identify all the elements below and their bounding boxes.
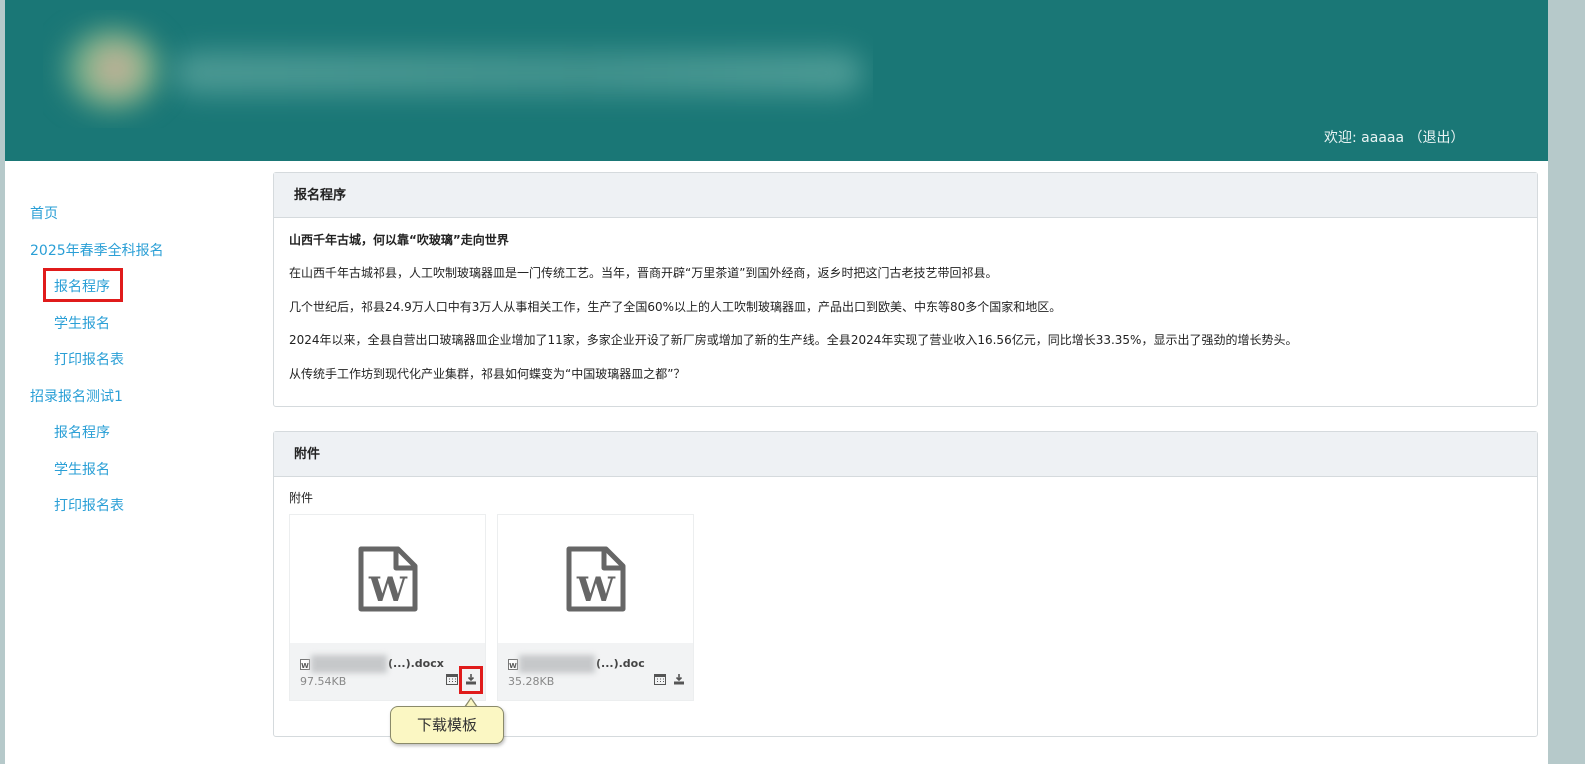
article-paragraph: 从传统手工作坊到现代化产业集群，祁县如何蝶变为“中国玻璃器皿之都”？: [289, 367, 686, 381]
file-name: W (...).docx: [300, 655, 444, 673]
sidebar-item-spring-2025[interactable]: 2025年春季全科报名: [30, 240, 164, 260]
logo-title: [173, 52, 863, 94]
preview-glyph: W: [575, 570, 615, 610]
sidebar-item-print-form-1[interactable]: 打印报名表: [54, 349, 124, 369]
file-actions: [445, 672, 477, 685]
file-size: 97.54KB: [300, 675, 347, 688]
svg-text:W: W: [301, 662, 309, 670]
file-preview[interactable]: W: [498, 515, 693, 643]
file-size: 35.28KB: [508, 675, 555, 688]
logo-blurred: [43, 10, 873, 128]
attachments-section-label: 附件: [289, 491, 314, 505]
logout-link[interactable]: （退出）: [1409, 130, 1465, 146]
attachments-panel-title: 附件: [274, 432, 1537, 477]
word-file-small-icon: W: [300, 658, 310, 670]
download-icon[interactable]: [464, 672, 477, 685]
welcome-label: 欢迎:: [1324, 130, 1362, 146]
file-name-redacted: [519, 655, 595, 673]
sidebar-item-student-register-2[interactable]: 学生报名: [54, 459, 110, 479]
sidebar-item-student-register-1[interactable]: 学生报名: [54, 313, 110, 333]
file-info: W (...).doc 35.28KB: [498, 643, 693, 700]
file-name-redacted: [311, 655, 387, 673]
preview-glyph: W: [367, 570, 407, 610]
procedure-panel-title: 报名程序: [274, 173, 1537, 218]
file-name-suffix: (...).doc: [596, 657, 645, 670]
article-paragraph: 几个世纪后，祁县24.9万人口中有3万人从事相关工作，生产了全国60%以上的人工…: [289, 300, 1062, 314]
calendar-icon[interactable]: [653, 672, 666, 685]
logo-emblem: [61, 30, 161, 108]
header-banner: 欢迎: aaaaa （退出）: [5, 0, 1548, 161]
sidebar-item-home[interactable]: 首页: [30, 203, 58, 223]
app-window: 欢迎: aaaaa （退出） 首页 2025年春季全科报名 报名程序 学生报名 …: [5, 0, 1548, 764]
article-title: 山西千年古城，何以靠“吹玻璃”走向世界: [289, 233, 509, 247]
calendar-icon[interactable]: [445, 672, 458, 685]
word-document-icon: W: [566, 546, 625, 612]
file-name: W (...).doc: [508, 655, 645, 673]
word-file-small-icon: W: [508, 658, 518, 670]
sidebar: 首页 2025年春季全科报名 报名程序 学生报名 打印报名表 招录报名测试1 报…: [5, 161, 265, 764]
article-paragraph: 在山西千年古城祁县，人工吹制玻璃器皿是一门传统工艺。当年，晋商开辟“万里茶道”到…: [289, 266, 998, 280]
procedure-panel: 报名程序 山西千年古城，何以靠“吹玻璃”走向世界 在山西千年古城祁县，人工吹制玻…: [273, 172, 1538, 407]
sidebar-item-print-form-2[interactable]: 打印报名表: [54, 495, 124, 515]
sidebar-item-procedure-2[interactable]: 报名程序: [54, 422, 110, 442]
article-paragraph: 2024年以来，全县自营出口玻璃器皿企业增加了11家，多家企业开设了新厂房或增加…: [289, 333, 1298, 347]
file-name-suffix: (...).docx: [388, 657, 444, 670]
file-preview[interactable]: W: [290, 515, 485, 643]
svg-text:W: W: [509, 662, 517, 670]
file-info: W (...).docx 97.54KB: [290, 643, 485, 700]
download-icon[interactable]: [672, 672, 685, 685]
username: aaaaa: [1361, 130, 1405, 146]
word-document-icon: W: [358, 546, 417, 612]
sidebar-item-recruit-test-1[interactable]: 招录报名测试1: [30, 386, 123, 406]
attachments-panel: 附件 附件 W W (...).docx 97.54KB W W (...).d…: [273, 431, 1538, 737]
file-card[interactable]: W W (...).docx 97.54KB: [289, 514, 486, 701]
sidebar-item-procedure-1[interactable]: 报名程序: [54, 276, 110, 296]
user-area: 欢迎: aaaaa （退出）: [1324, 127, 1465, 147]
file-actions: [653, 672, 685, 685]
download-template-tooltip: 下载模板: [390, 706, 504, 744]
file-card[interactable]: W W (...).doc 35.28KB: [497, 514, 694, 701]
